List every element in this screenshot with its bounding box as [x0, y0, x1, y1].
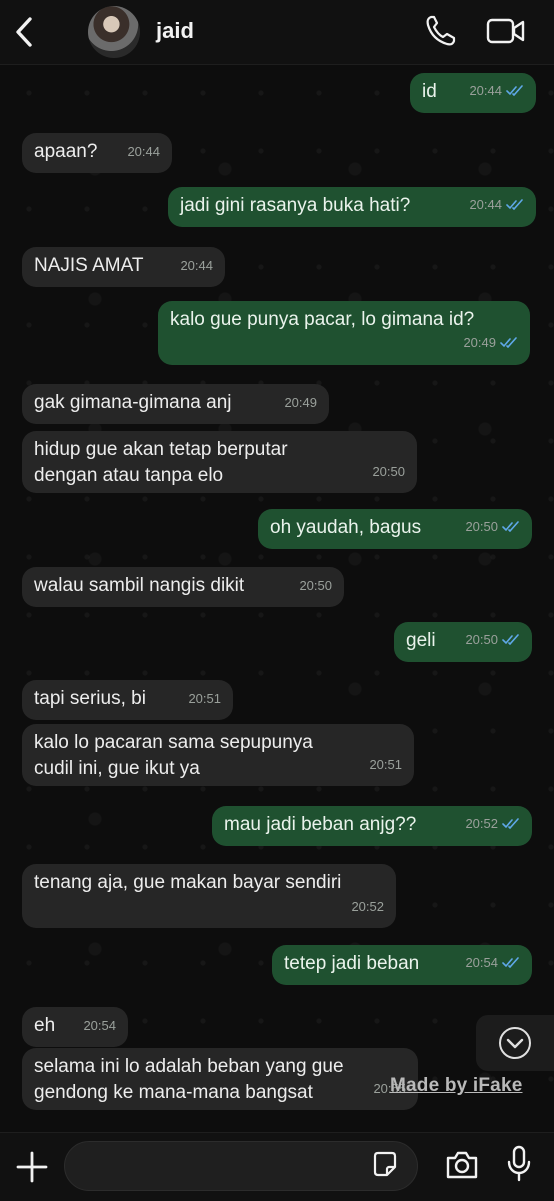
message-text: eh	[34, 1015, 56, 1036]
chat-header: jaid	[0, 0, 554, 65]
message-time: 20:52	[351, 899, 384, 914]
message-time: 20:49	[284, 395, 317, 410]
message-text: tapi serius, bi	[34, 688, 146, 709]
message-text: kalo lo pacaran sama sepupunya cudil ini…	[34, 732, 313, 779]
message-time: 20:52	[465, 816, 498, 831]
message-outgoing[interactable]: id 20:44	[410, 73, 536, 113]
message-text: geli	[406, 630, 436, 651]
avatar[interactable]	[88, 6, 140, 58]
message-incoming[interactable]: selama ini lo adalah beban yang gue gend…	[22, 1048, 418, 1110]
message-outgoing[interactable]: mau jadi beban anjg?? 20:52	[212, 806, 532, 846]
plus-icon[interactable]	[14, 1149, 50, 1185]
message-time: 20:54	[465, 955, 498, 970]
message-time: 20:51	[369, 757, 402, 772]
message-text: jadi gini rasanya buka hati?	[180, 195, 411, 216]
message-text: apaan?	[34, 141, 98, 162]
watermark: Made by iFake	[390, 1075, 523, 1096]
chevron-down-icon	[499, 1027, 531, 1059]
message-time: 20:50	[465, 519, 498, 534]
message-time: 20:51	[188, 691, 221, 706]
camera-icon[interactable]	[444, 1149, 480, 1181]
message-meta: 20:54	[465, 950, 520, 977]
message-text: walau sambil nangis dikit	[34, 575, 245, 596]
read-ticks-icon	[502, 515, 520, 541]
message-text: hidup gue akan tetap berputar dengan ata…	[34, 439, 288, 486]
read-ticks-icon	[506, 193, 524, 219]
video-call-icon[interactable]	[486, 16, 526, 46]
message-incoming[interactable]: NAJIS AMAT 20:44	[22, 247, 225, 287]
message-time: 20:54	[83, 1018, 116, 1033]
message-text: tenang aja, gue makan bayar sendiri	[34, 872, 342, 893]
message-text: id	[422, 81, 437, 102]
back-chevron-icon[interactable]	[10, 14, 40, 50]
message-time: 20:44	[127, 144, 160, 159]
message-incoming[interactable]: gak gimana-gimana anj 20:49	[22, 384, 329, 424]
sticker-icon[interactable]	[370, 1150, 400, 1180]
message-meta: 20:52	[465, 811, 520, 838]
composer-bar	[0, 1132, 554, 1201]
message-incoming[interactable]: apaan? 20:44	[22, 133, 172, 173]
message-incoming[interactable]: kalo lo pacaran sama sepupunya cudil ini…	[22, 724, 414, 786]
message-incoming[interactable]: tenang aja, gue makan bayar sendiri 20:5…	[22, 864, 396, 928]
message-time: 20:44	[469, 83, 502, 98]
message-meta: 20:44	[469, 78, 524, 105]
message-meta: 20:44	[469, 192, 524, 219]
message-text: kalo gue punya pacar, lo gimana id?	[170, 309, 475, 330]
message-text: gak gimana-gimana anj	[34, 392, 232, 413]
message-outgoing[interactable]: jadi gini rasanya buka hati? 20:44	[168, 187, 536, 227]
phone-icon[interactable]	[424, 14, 456, 48]
message-text: selama ini lo adalah beban yang gue gend…	[34, 1056, 344, 1103]
message-text: NAJIS AMAT	[34, 255, 144, 276]
message-input[interactable]	[64, 1141, 418, 1191]
message-text: mau jadi beban anjg??	[224, 814, 417, 835]
message-time: 20:49	[463, 335, 496, 350]
message-incoming[interactable]: tapi serius, bi 20:51	[22, 680, 233, 720]
message-time: 20:50	[372, 464, 405, 479]
message-incoming[interactable]: hidup gue akan tetap berputar dengan ata…	[22, 431, 417, 493]
message-text: oh yaudah, bagus	[270, 517, 422, 538]
message-meta: 20:50	[465, 514, 520, 541]
message-incoming[interactable]: eh 20:54	[22, 1007, 128, 1047]
message-meta: 20:49	[463, 330, 518, 357]
message-text: tetep jadi beban	[284, 953, 420, 974]
chat-area[interactable]: id 20:44 apaan? 20:44 jadi gini rasanya …	[0, 64, 554, 1132]
message-outgoing[interactable]: oh yaudah, bagus 20:50	[258, 509, 532, 549]
contact-name[interactable]: jaid	[156, 18, 194, 44]
read-ticks-icon	[506, 79, 524, 105]
microphone-icon[interactable]	[504, 1145, 534, 1183]
message-time: 20:50	[465, 632, 498, 647]
read-ticks-icon	[502, 951, 520, 977]
message-time: 20:44	[180, 258, 213, 273]
message-outgoing[interactable]: geli 20:50	[394, 622, 532, 662]
scroll-to-bottom-button[interactable]	[476, 1015, 554, 1071]
message-meta: 20:50	[465, 627, 520, 654]
message-time: 20:50	[299, 578, 332, 593]
read-ticks-icon	[502, 812, 520, 838]
message-incoming[interactable]: walau sambil nangis dikit 20:50	[22, 567, 344, 607]
message-time: 20:44	[469, 197, 502, 212]
message-outgoing[interactable]: kalo gue punya pacar, lo gimana id? 20:4…	[158, 301, 530, 365]
message-outgoing[interactable]: tetep jadi beban 20:54	[272, 945, 532, 985]
read-ticks-icon	[500, 331, 518, 357]
read-ticks-icon	[502, 628, 520, 654]
